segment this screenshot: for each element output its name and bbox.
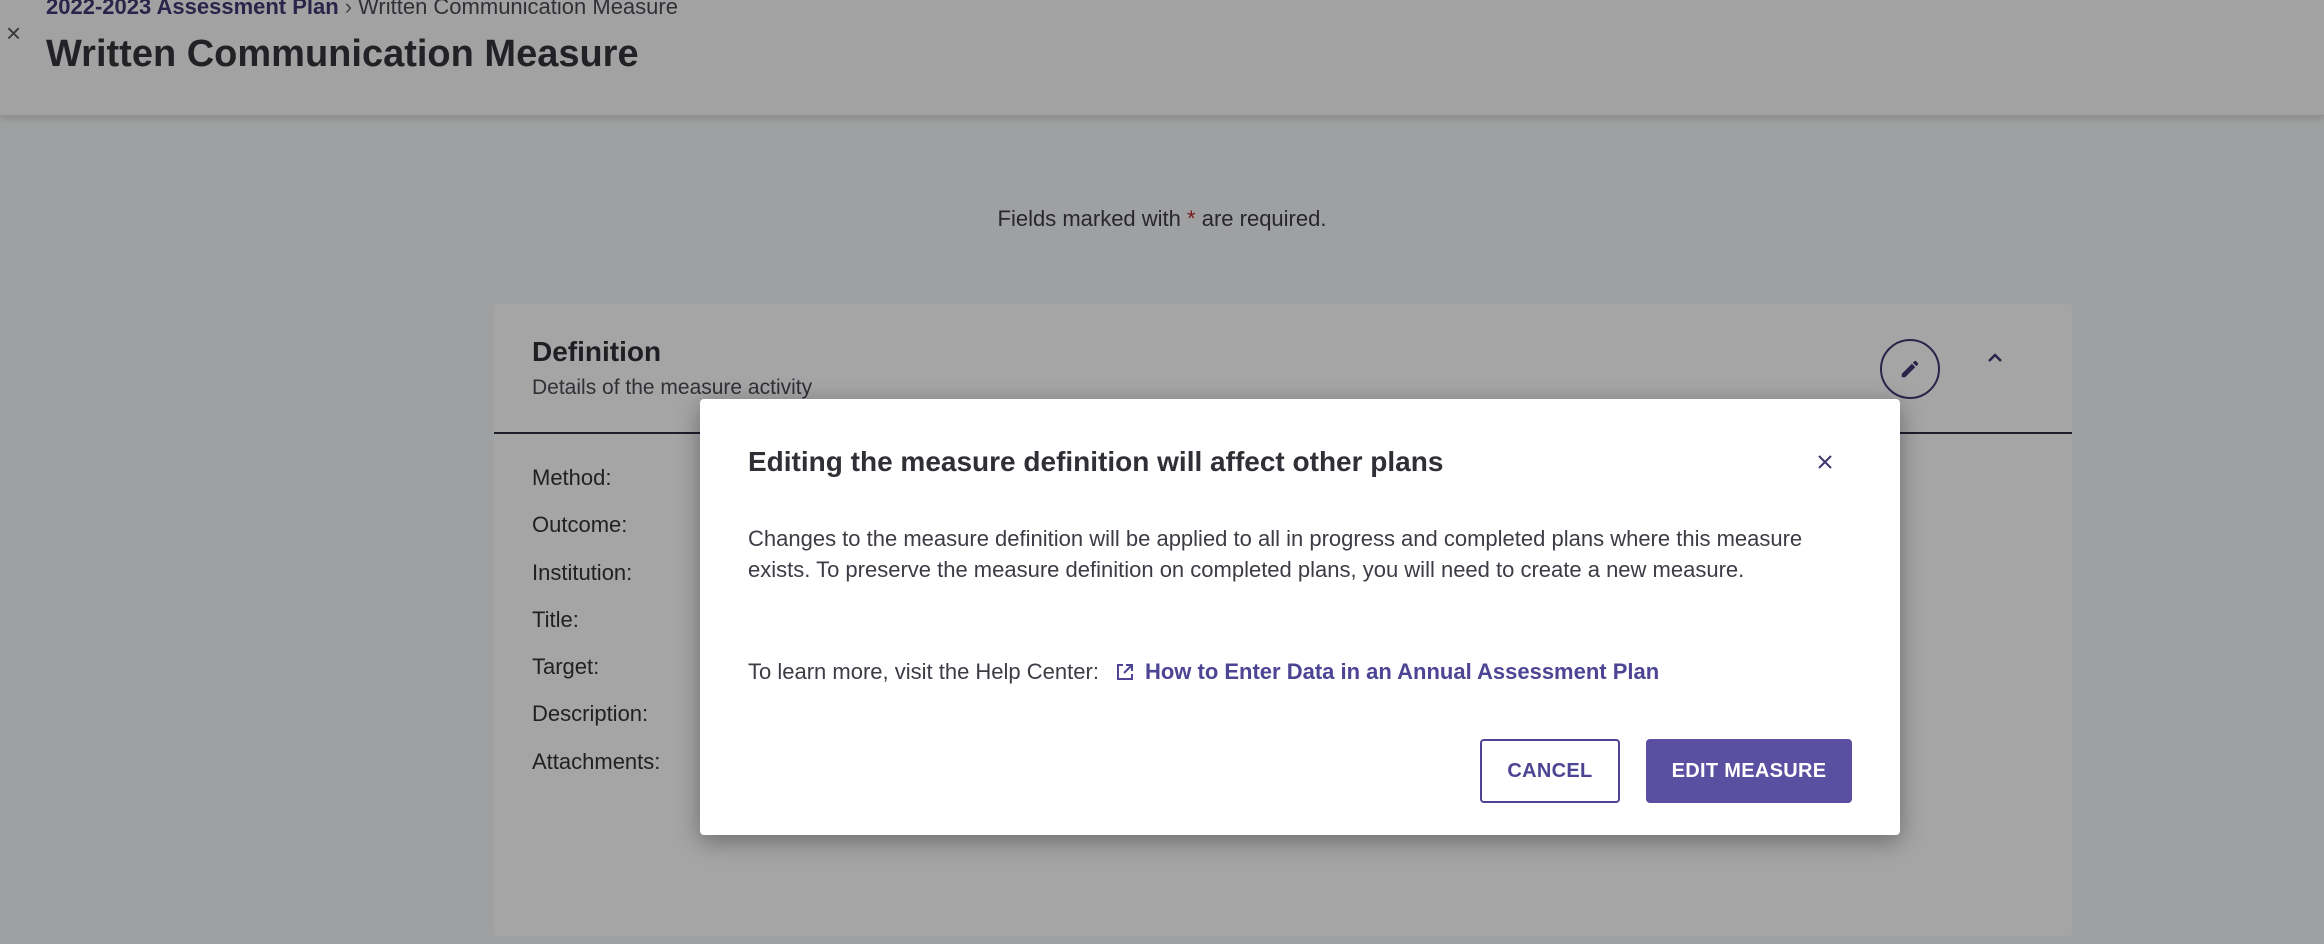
edit-measure-button[interactable]: EDIT MEASURE xyxy=(1646,739,1852,803)
help-center-link-label: How to Enter Data in an Annual Assessmen… xyxy=(1144,659,1660,684)
help-center-line: To learn more, visit the Help Center: Ho… xyxy=(748,659,1659,685)
external-link-icon xyxy=(1116,664,1133,680)
close-icon xyxy=(1818,455,1832,469)
help-center-prefix: To learn more, visit the Help Center: xyxy=(748,659,1099,684)
edit-measure-dialog: Editing the measure definition will affe… xyxy=(700,399,1900,835)
dialog-close-button[interactable] xyxy=(1810,447,1840,477)
dialog-body-text: Changes to the measure definition will b… xyxy=(748,526,1803,582)
dialog-title: Editing the measure definition will affe… xyxy=(748,446,1444,477)
help-center-link[interactable]: How to Enter Data in an Annual Assessmen… xyxy=(1115,659,1659,685)
cancel-button[interactable]: CANCEL xyxy=(1480,739,1620,803)
